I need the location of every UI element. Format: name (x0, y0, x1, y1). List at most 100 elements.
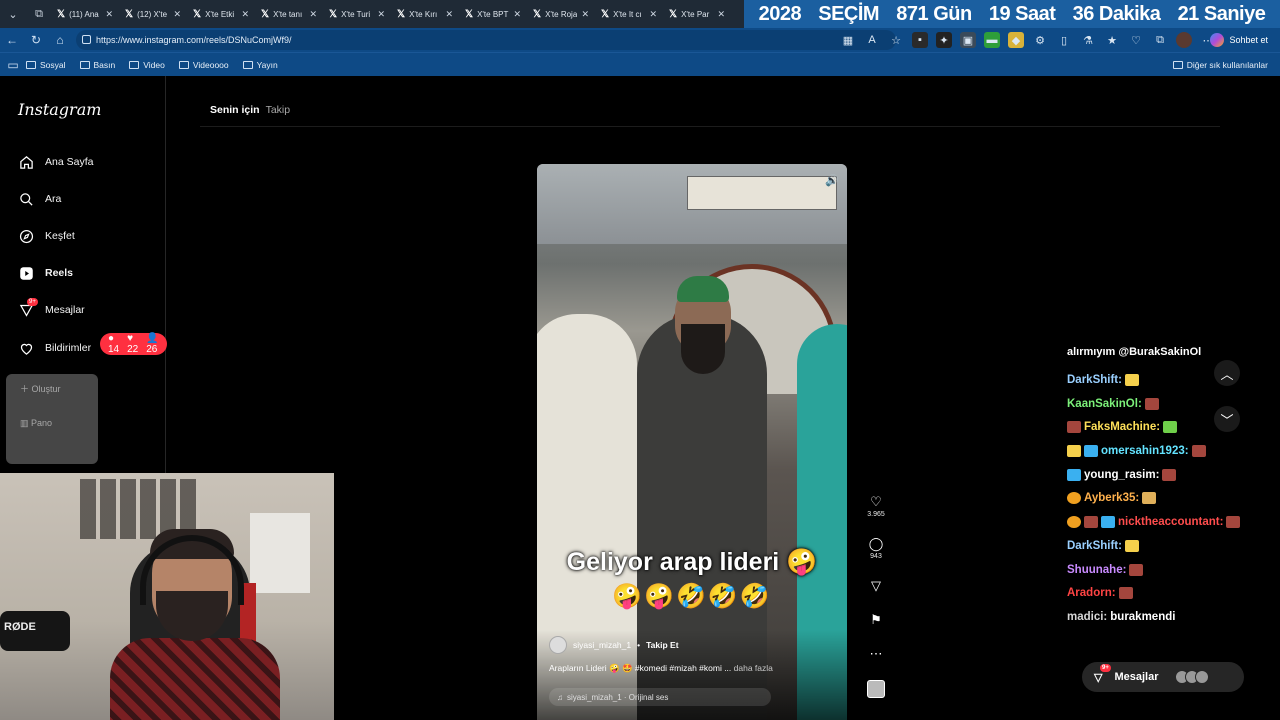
reload-icon[interactable]: ↻ (24, 28, 48, 52)
instagram-logo[interactable]: Instagram (18, 100, 101, 119)
close-tab-icon[interactable]: ✕ (105, 9, 113, 20)
heart-icon: ♡ (870, 494, 882, 509)
bookmark-folder[interactable]: Basın (79, 60, 115, 70)
sidebar-item-home[interactable]: Ana Sayfa (18, 154, 93, 170)
heart-extension-icon[interactable]: ♡ (1128, 32, 1144, 48)
folder-icon (1172, 60, 1183, 69)
reel-description: Arapların Lideri 🤪 🤩 #komedi #mizah #kom… (549, 663, 773, 673)
close-tab-icon[interactable]: ✕ (581, 9, 589, 20)
close-tab-icon[interactable]: ✕ (717, 9, 725, 20)
extension-icon[interactable]: ◆ (1008, 32, 1024, 48)
browser-tab[interactable]: 𝕏 X'te tanı ✕ (256, 3, 322, 25)
close-tab-icon[interactable]: ✕ (241, 9, 249, 20)
audio-avatar[interactable] (867, 680, 885, 698)
sidebar-item-notifications[interactable]: Bildirimler (18, 340, 91, 356)
chat-emote-icon (1163, 421, 1178, 433)
favorite-star-icon[interactable]: ☆ (888, 32, 904, 48)
collections-icon[interactable]: ⧉ (1152, 32, 1168, 48)
reel-video[interactable]: 🔊 Geliyor arap lideri 🤪 🤪🤪🤣🤣🤣 siyasi_miz… (537, 164, 847, 720)
more-options-button[interactable]: ⋯ (870, 646, 883, 662)
previous-reel-button[interactable]: ︿ (1214, 360, 1240, 386)
bookmark-folder[interactable]: Sosyal (26, 60, 66, 70)
browser-tab[interactable]: 𝕏 (11) Ana ✕ (52, 3, 118, 25)
home-browser-icon[interactable]: ⌂ (48, 28, 72, 52)
like-button[interactable]: ♡ 3.965 (867, 494, 885, 518)
read-aloud-icon[interactable]: A (864, 32, 880, 48)
sidebar-toggle-icon[interactable]: ▭ (0, 53, 26, 77)
sidebar-item-explore[interactable]: Keşfet (18, 228, 75, 244)
split-screen-icon[interactable]: ▯ (1056, 32, 1072, 48)
close-tab-icon[interactable]: ✕ (173, 9, 181, 20)
extension-icon[interactable]: ⚗ (1080, 32, 1096, 48)
chat-badge-icon (1067, 492, 1081, 504)
mic-brand-label: RØDE (4, 621, 36, 633)
messages-dock[interactable]: ▽ 9+ Mesajlar (1082, 662, 1244, 692)
sidebar-item-create[interactable]: ＋ Oluştur (20, 382, 61, 395)
next-reel-button[interactable]: ﹀ (1214, 406, 1240, 432)
comment-icon: ◯ (868, 536, 884, 551)
other-favorites-folder[interactable]: Diğer sık kullanılanlar (1172, 60, 1268, 70)
stream-overlay-widget: ＋ Oluştur ▥ Pano (6, 374, 98, 464)
extension-icon[interactable]: ⚙ (1032, 32, 1048, 48)
workspaces-icon[interactable]: ⧉ (26, 0, 52, 28)
send-icon: ▽ (871, 578, 881, 593)
like-count: 3.965 (867, 511, 885, 518)
browser-tab[interactable]: 𝕏 X'te Par ✕ (664, 3, 730, 25)
extension-icon[interactable]: ▬ (984, 32, 1000, 48)
tab-list-chevron-icon[interactable]: ⌄ (0, 0, 26, 28)
bookmark-folder[interactable]: Videoooo (178, 60, 229, 70)
tab-for-you[interactable]: Senin için (210, 104, 260, 116)
bookmark-folder[interactable]: Video (129, 60, 165, 70)
browser-tab[interactable]: 𝕏 X'te Turi ✕ (324, 3, 390, 25)
close-tab-icon[interactable]: ✕ (309, 9, 317, 20)
browser-tab[interactable]: 𝕏 X'te It cı ✕ (596, 3, 662, 25)
extension-icon[interactable]: ✦ (936, 32, 952, 48)
more-link[interactable]: daha fazla (734, 663, 773, 673)
countdown-minutes: 36 Dakika (1072, 2, 1161, 25)
back-icon[interactable]: ← (0, 28, 24, 52)
close-tab-icon[interactable]: ✕ (513, 9, 521, 20)
chat-emote-icon (1226, 516, 1241, 528)
bookmark-folder[interactable]: Yayın (242, 60, 278, 70)
x-logo-icon: 𝕏 (193, 8, 202, 20)
browser-tab[interactable]: 𝕏 X'te Kırı ✕ (392, 3, 458, 25)
close-tab-icon[interactable]: ✕ (445, 9, 453, 20)
profile-avatar[interactable] (1176, 32, 1192, 48)
save-button[interactable]: ⚑ (870, 612, 882, 628)
chat-message: DarkShift: (1067, 540, 1139, 552)
volume-icon[interactable]: 🔊 (825, 174, 839, 187)
divider (200, 126, 1220, 127)
countdown-seconds: 21 Saniye (1177, 2, 1266, 25)
author-avatar[interactable] (549, 636, 567, 654)
share-button[interactable]: ▽ (871, 578, 881, 594)
tab-following[interactable]: Takip (266, 104, 291, 116)
browser-tab[interactable]: 𝕏 X'te BPT ✕ (460, 3, 526, 25)
follow-button[interactable]: Takip Et (646, 640, 678, 650)
author-username[interactable]: siyasi_mizah_1 (573, 640, 631, 650)
extension-icon[interactable]: ▣ (960, 32, 976, 48)
close-tab-icon[interactable]: ✕ (377, 9, 385, 20)
folder-icon (178, 60, 189, 69)
chat-emote-icon (1142, 492, 1157, 504)
sidebar-item-reels[interactable]: Reels (18, 265, 73, 281)
copilot-chat-button[interactable]: Sohbet et (1210, 31, 1268, 49)
browser-tab[interactable]: 𝕏 X'te Etki ✕ (188, 3, 254, 25)
extensions-toolbar: ▦ A ☆ ▪ ✦ ▣ ▬ ◆ ⚙ ▯ ⚗ ★ ♡ ⧉ ⋯ (840, 32, 1216, 48)
browser-tab[interactable]: 𝕏 X'te Roja ✕ (528, 3, 594, 25)
original-audio-link[interactable]: ♫ siyasi_mizah_1 · Orijinal ses (549, 688, 771, 706)
app-available-icon[interactable]: ▦ (840, 32, 856, 48)
sidebar-item-dashboard[interactable]: ▥ Pano (20, 418, 52, 429)
sidebar-item-messages[interactable]: 9+ Mesajlar (18, 298, 85, 318)
chat-badge-icon (1067, 421, 1081, 433)
browser-tab[interactable]: 𝕏 (12) X'te ✕ (120, 3, 186, 25)
chat-emote-icon (1144, 398, 1159, 410)
notifications-summary-pill[interactable]: ● 14 ♥ 22 👤 26 (100, 333, 167, 355)
comment-button[interactable]: ◯ 943 (869, 536, 884, 560)
extension-icon[interactable]: ▪ (912, 32, 928, 48)
sidebar-item-search[interactable]: Ara (18, 191, 61, 207)
url-field[interactable]: https://www.instagram.com/reels/DSNuComj… (76, 30, 896, 50)
music-note-icon: ♫ (557, 692, 563, 702)
close-tab-icon[interactable]: ✕ (649, 9, 657, 20)
favorites-icon[interactable]: ★ (1104, 32, 1120, 48)
site-info-icon[interactable] (82, 35, 91, 44)
